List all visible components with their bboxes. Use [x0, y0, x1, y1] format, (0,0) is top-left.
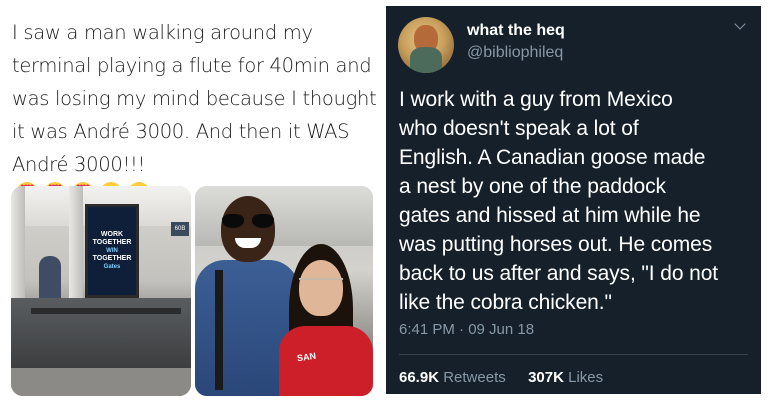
gate-sign: 60B — [171, 222, 189, 236]
left-tweet-line: I saw a man walking around my — [12, 21, 313, 44]
terminal-seats — [11, 298, 191, 368]
chevron-down-icon[interactable] — [734, 20, 746, 32]
display-name[interactable]: what the heq — [467, 22, 565, 40]
shirt-text: SAN — [296, 350, 317, 364]
left-tweet: I saw a man walking around my terminal p… — [0, 0, 382, 403]
likes-stat[interactable]: 307K Likes — [528, 369, 603, 386]
left-tweet-line: terminal playing a flute for 40min and — [12, 54, 372, 77]
tweet-line: gates and hissed at him while he — [399, 204, 701, 227]
tweet-card: what the heq @bibliophileq I work with a… — [386, 6, 761, 394]
left-tweet-line: was losing my mind because I thought — [12, 87, 377, 110]
tweet-line: back to us after and says, "I do not — [399, 262, 719, 285]
likes-count: 307K — [528, 369, 564, 386]
tweet-line: who doesn't speak a lot of — [399, 117, 639, 140]
man-head — [221, 196, 275, 262]
tweet-line: English. A Canadian goose made — [399, 146, 706, 169]
user-handle[interactable]: @bibliophileq — [467, 44, 563, 62]
tweet-line: a nest by one of the paddock — [399, 175, 666, 198]
likes-label: Likes — [568, 369, 604, 386]
left-tweet-text: I saw a man walking around my terminal p… — [12, 16, 377, 214]
retweets-stat[interactable]: 66.9K Retweets — [399, 369, 506, 386]
retweets-count: 66.9K — [399, 369, 440, 386]
tweet-timestamp[interactable]: 6:41 PM · 09 Jun 18 — [399, 321, 534, 338]
tweet-body: I work with a guy from Mexico who doesn'… — [399, 85, 754, 317]
tweet-line: was putting horses out. He comes — [399, 233, 713, 256]
tweet-line: like the cobra chicken." — [399, 291, 612, 314]
terminal-screen: WORK TOGETHER WIN TOGETHER Gates — [85, 204, 139, 298]
airport-terminal-photo[interactable]: WORK TOGETHER WIN TOGETHER Gates 60B — [11, 186, 191, 396]
retweets-label: Retweets — [443, 369, 506, 386]
avatar[interactable] — [398, 17, 454, 73]
tweet-stats: 66.9K Retweets 307K Likes — [399, 369, 603, 386]
divider — [399, 354, 748, 355]
selfie-photo[interactable]: SAN — [195, 186, 373, 396]
left-tweet-line: it was André 3000. And then it WAS — [12, 120, 350, 143]
tweet-line: I work with a guy from Mexico — [399, 88, 673, 111]
left-tweet-line: André 3000!!! — [12, 153, 146, 176]
sunglasses-icon — [222, 214, 274, 228]
